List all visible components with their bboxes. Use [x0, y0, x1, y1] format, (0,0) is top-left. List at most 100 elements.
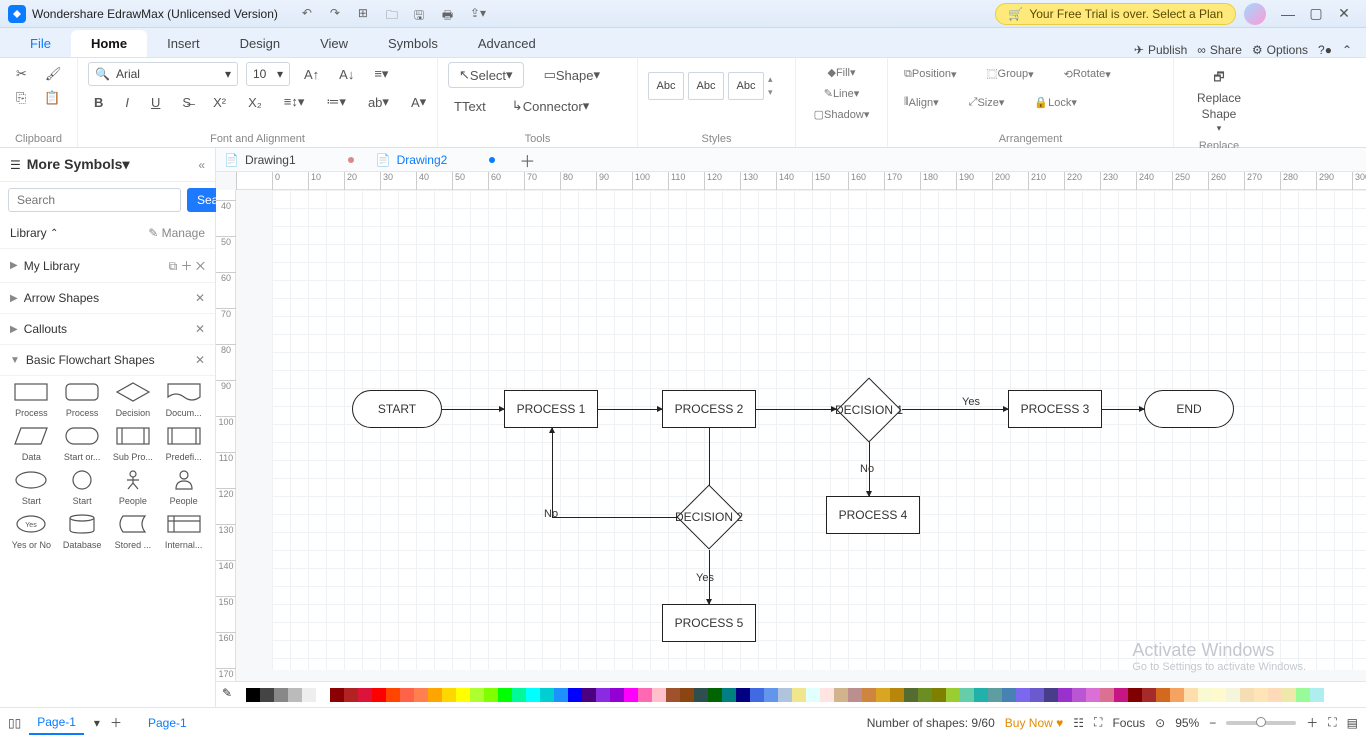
shape-process-1[interactable]: Process: [8, 380, 55, 418]
help-icon[interactable]: ?●: [1318, 43, 1332, 57]
page-indicator[interactable]: Page-1: [148, 716, 187, 730]
canvas[interactable]: 0102030405060708090100110120130140150160…: [216, 172, 1366, 681]
color-swatch[interactable]: [1030, 688, 1044, 702]
lib-basic-flowchart[interactable]: ▼Basic Flowchart Shapes✕: [0, 345, 215, 376]
open-icon[interactable]: 🗀: [386, 6, 402, 22]
shape-people-1[interactable]: People: [110, 468, 157, 506]
line-button[interactable]: ✎ Line ▾: [806, 83, 877, 104]
color-swatch[interactable]: [498, 688, 512, 702]
color-swatch[interactable]: [750, 688, 764, 702]
color-swatch[interactable]: [554, 688, 568, 702]
shape-document[interactable]: Docum...: [160, 380, 207, 418]
color-swatch[interactable]: [428, 688, 442, 702]
maximize-button[interactable]: ▢: [1302, 5, 1330, 22]
shape-start-ellipse[interactable]: Start: [8, 468, 55, 506]
conn-d2-no-h[interactable]: [552, 517, 678, 518]
tab-drawing1[interactable]: 📄Drawing1: [216, 148, 368, 172]
color-swatch[interactable]: [512, 688, 526, 702]
rotate-button[interactable]: ⟲ Rotate▾: [1058, 64, 1117, 85]
minimize-button[interactable]: —: [1274, 6, 1302, 22]
size-button[interactable]: ⤢ Size▾: [963, 92, 1011, 113]
zoom-out-icon[interactable]: −: [1209, 716, 1216, 730]
highlight-icon[interactable]: ab ▾: [362, 90, 395, 114]
color-swatch[interactable]: [288, 688, 302, 702]
color-swatch[interactable]: [246, 688, 260, 702]
menu-insert[interactable]: Insert: [147, 30, 220, 57]
color-swatch[interactable]: [1044, 688, 1058, 702]
page-layout-icon[interactable]: ▯▯: [8, 716, 21, 730]
color-swatch[interactable]: [834, 688, 848, 702]
options-button[interactable]: ⚙ Options: [1252, 43, 1308, 57]
text-tool[interactable]: T Text: [448, 95, 492, 118]
color-swatch[interactable]: [470, 688, 484, 702]
color-swatch[interactable]: [960, 688, 974, 702]
menu-collapse-icon[interactable]: ⌃: [1342, 43, 1352, 57]
node-end[interactable]: END: [1144, 390, 1234, 428]
menu-symbols[interactable]: Symbols: [368, 30, 458, 57]
add-page-icon[interactable]: ＋: [110, 714, 122, 731]
color-swatch[interactable]: [274, 688, 288, 702]
color-swatch[interactable]: [666, 688, 680, 702]
conn-p3-end[interactable]: [1102, 409, 1144, 410]
focus-button[interactable]: Focus: [1112, 716, 1145, 730]
color-swatch[interactable]: [1128, 688, 1142, 702]
fill-button[interactable]: ◆ Fill ▾: [806, 62, 877, 83]
color-swatch[interactable]: [456, 688, 470, 702]
cut-icon[interactable]: ✂: [10, 62, 33, 86]
select-tool[interactable]: ↖ Select ▾: [448, 62, 524, 88]
color-swatch[interactable]: [1072, 688, 1086, 702]
symbol-search-input[interactable]: [8, 188, 181, 212]
shape-predefined[interactable]: Predefi...: [160, 424, 207, 462]
align-text-icon[interactable]: ≡▾: [368, 62, 394, 86]
color-swatch[interactable]: [820, 688, 834, 702]
color-swatch[interactable]: [330, 688, 344, 702]
menu-home[interactable]: Home: [71, 30, 147, 57]
menu-design[interactable]: Design: [220, 30, 300, 57]
shape-yesno[interactable]: YesYes or No: [8, 512, 55, 550]
node-process-5[interactable]: PROCESS 5: [662, 604, 756, 642]
zoom-slider[interactable]: [1226, 721, 1296, 725]
color-swatch[interactable]: [484, 688, 498, 702]
color-swatch[interactable]: [260, 688, 274, 702]
lib-arrow-shapes[interactable]: ▶Arrow Shapes✕: [0, 283, 215, 314]
color-swatch[interactable]: [708, 688, 722, 702]
color-swatch[interactable]: [792, 688, 806, 702]
color-swatch[interactable]: [1254, 688, 1268, 702]
color-swatch[interactable]: [568, 688, 582, 702]
replace-shape-button[interactable]: 🗗 Replace Shape▾: [1184, 62, 1254, 140]
trial-badge[interactable]: 🛒Your Free Trial is over. Select a Plan: [995, 3, 1236, 25]
color-swatch[interactable]: [1240, 688, 1254, 702]
color-swatch[interactable]: [1296, 688, 1310, 702]
node-decision-2[interactable]: DECISION 2: [676, 484, 741, 549]
style-preset-2[interactable]: Abc: [688, 72, 724, 100]
color-swatch[interactable]: [400, 688, 414, 702]
color-swatch[interactable]: [1142, 688, 1156, 702]
color-swatch[interactable]: [876, 688, 890, 702]
conn-start-p1[interactable]: [442, 409, 504, 410]
color-swatch[interactable]: [386, 688, 400, 702]
italic-icon[interactable]: I: [119, 91, 135, 114]
superscript-icon[interactable]: X²: [207, 91, 232, 114]
conn-p1-p2[interactable]: [598, 409, 662, 410]
color-swatch[interactable]: [680, 688, 694, 702]
color-swatch[interactable]: [414, 688, 428, 702]
shape-database[interactable]: Database: [59, 512, 106, 550]
color-swatch[interactable]: [1114, 688, 1128, 702]
color-swatch[interactable]: [526, 688, 540, 702]
page-tab[interactable]: Page-1: [29, 711, 84, 735]
redo-icon[interactable]: ↷: [330, 6, 346, 22]
color-swatch[interactable]: [316, 688, 330, 702]
color-swatch[interactable]: [918, 688, 932, 702]
drawing-page[interactable]: START PROCESS 1 PROCESS 2 DECISION 1 PRO…: [272, 190, 1366, 670]
fullscreen-icon[interactable]: ⛶: [1094, 715, 1102, 730]
group-button[interactable]: ⿴ Group▾: [981, 62, 1040, 86]
connector-tool[interactable]: ↳ Connector ▾: [506, 94, 595, 118]
color-swatch[interactable]: [988, 688, 1002, 702]
grow-font-icon[interactable]: A↑: [298, 63, 325, 86]
color-swatch[interactable]: [764, 688, 778, 702]
color-swatch[interactable]: [1170, 688, 1184, 702]
color-swatch[interactable]: [848, 688, 862, 702]
style-preset-1[interactable]: Abc: [648, 72, 684, 100]
bullets-icon[interactable]: ≔▾: [320, 90, 352, 114]
color-swatch[interactable]: [1212, 688, 1226, 702]
